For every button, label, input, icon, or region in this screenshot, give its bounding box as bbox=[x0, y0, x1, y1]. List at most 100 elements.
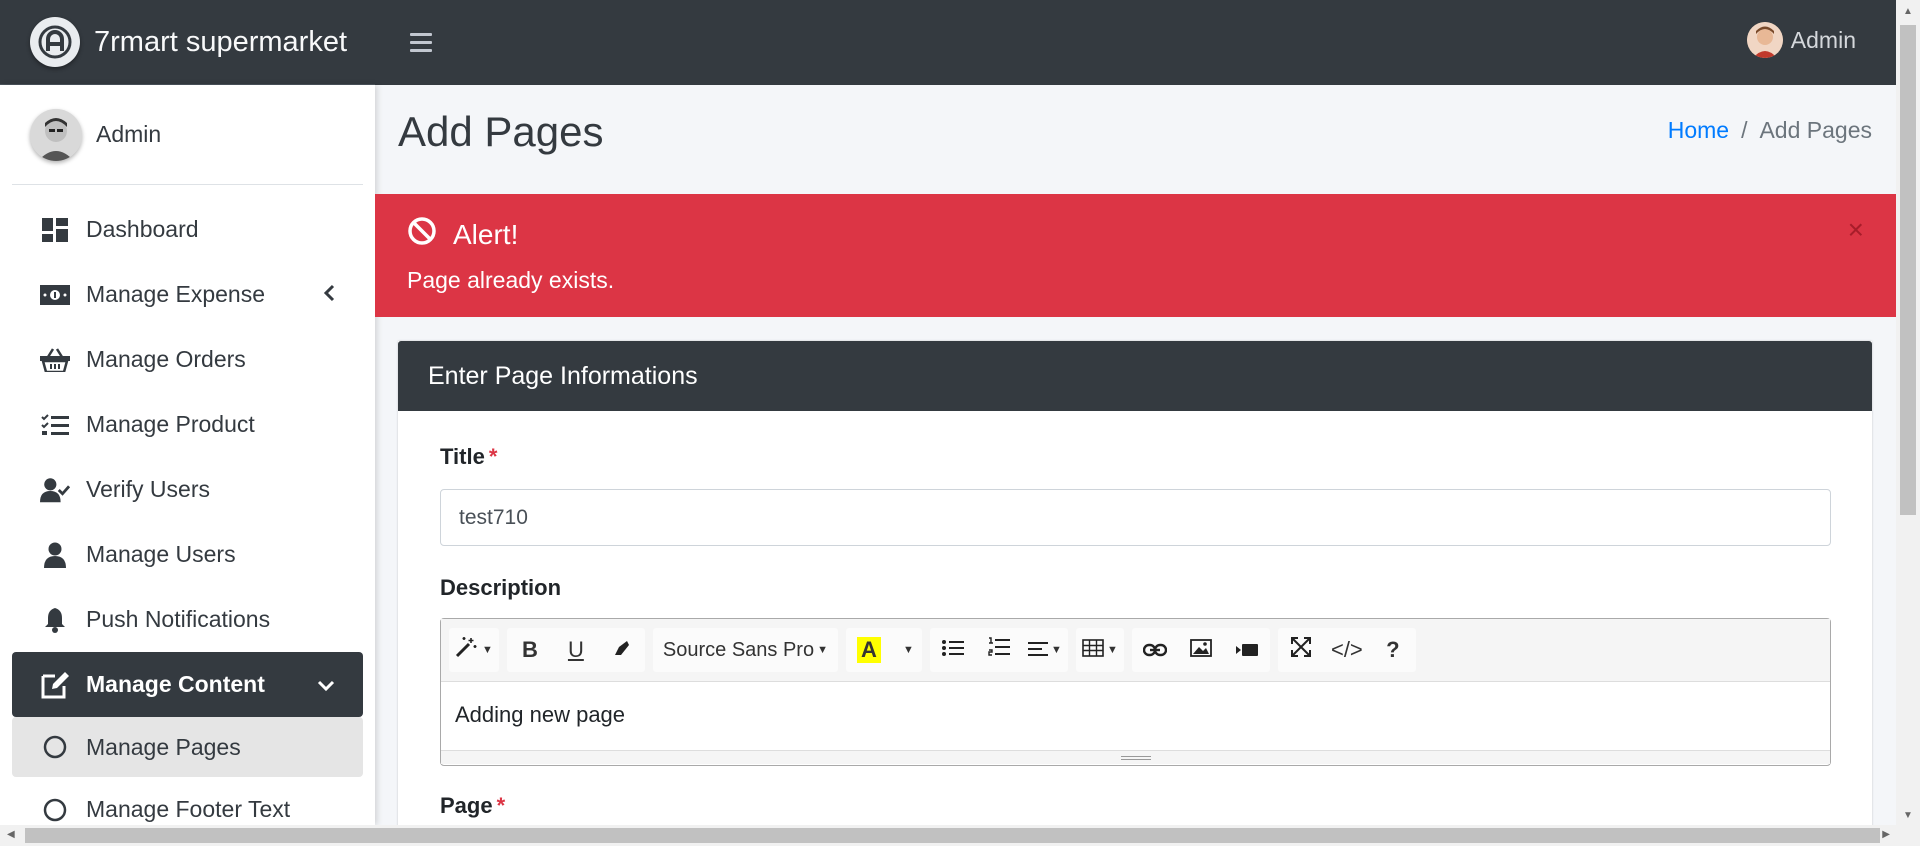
fullscreen-button[interactable] bbox=[1278, 628, 1324, 672]
expand-icon bbox=[1290, 637, 1311, 663]
link-button[interactable] bbox=[1132, 628, 1178, 672]
breadcrumb-separator: / bbox=[1741, 117, 1748, 143]
scroll-left-icon[interactable]: ◀ bbox=[7, 829, 15, 840]
code-view-button[interactable]: </> bbox=[1324, 628, 1370, 672]
highlight-color-button[interactable]: A bbox=[846, 628, 892, 672]
sidebar-nav: Dashboard Manage Expense Manage Orders M… bbox=[0, 197, 375, 825]
table-icon bbox=[1082, 637, 1104, 663]
basket-icon bbox=[40, 345, 70, 375]
sidebar-item-manage-pages[interactable]: Manage Pages bbox=[12, 717, 363, 777]
unordered-list-button[interactable] bbox=[930, 628, 976, 672]
font-family-select[interactable]: Source Sans Pro ▼ bbox=[653, 628, 838, 672]
clear-format-button[interactable] bbox=[599, 628, 645, 672]
user-check-icon bbox=[40, 475, 70, 505]
scroll-up-icon[interactable]: ▲ bbox=[1903, 6, 1913, 17]
align-left-icon bbox=[1028, 637, 1049, 663]
editor-content[interactable]: Adding new page bbox=[441, 682, 1830, 750]
scroll-right-icon[interactable]: ▶ bbox=[1882, 829, 1890, 840]
caret-down-icon: ▼ bbox=[482, 644, 493, 656]
title-label: Title * bbox=[440, 444, 498, 469]
vertical-scroll-thumb[interactable] bbox=[1900, 25, 1916, 515]
table-button[interactable]: ▼ bbox=[1076, 628, 1124, 672]
bold-button[interactable]: B bbox=[507, 628, 553, 672]
list-ol-icon bbox=[988, 637, 1010, 663]
avatar bbox=[1746, 22, 1783, 58]
sidebar-item-verify-users[interactable]: Verify Users bbox=[12, 457, 363, 522]
sidebar-item-manage-users[interactable]: Manage Users bbox=[12, 522, 363, 587]
bell-icon bbox=[40, 605, 70, 635]
sidebar-item-label: Dashboard bbox=[86, 216, 199, 242]
brand[interactable]: 7rmart supermarket bbox=[0, 0, 375, 85]
card-title: Enter Page Informations bbox=[398, 341, 1872, 411]
sidebar-item-manage-orders[interactable]: Manage Orders bbox=[12, 327, 363, 392]
ordered-list-button[interactable] bbox=[976, 628, 1022, 672]
sidebar-item-manage-content[interactable]: Manage Content bbox=[12, 652, 363, 717]
sidebar-item-label: Manage Pages bbox=[86, 733, 241, 760]
breadcrumb-current: Add Pages bbox=[1759, 117, 1872, 143]
paragraph-align-button[interactable]: ▼ bbox=[1022, 628, 1068, 672]
page-form-card: Enter Page Informations Title* Descripti… bbox=[398, 341, 1872, 846]
breadcrumb-home-link[interactable]: Home bbox=[1668, 117, 1729, 144]
sidebar-item-manage-expense[interactable]: Manage Expense bbox=[12, 262, 363, 327]
scroll-down-icon[interactable]: ▼ bbox=[1903, 810, 1913, 821]
video-button[interactable] bbox=[1224, 628, 1270, 672]
alert-title: Alert! bbox=[453, 218, 519, 250]
magic-style-button[interactable]: ▼ bbox=[449, 628, 499, 672]
horizontal-scroll-thumb[interactable] bbox=[25, 828, 1880, 843]
ban-icon bbox=[407, 216, 437, 253]
sidebar-item-dashboard[interactable]: Dashboard bbox=[12, 197, 363, 262]
brand-logo-icon bbox=[30, 17, 80, 67]
editor-toolbar: ▼ B U Source Sans Pro ▼ A ▼ ▼ ▼ </> ? bbox=[441, 619, 1830, 682]
horizontal-scrollbar[interactable]: ◀ ▶ bbox=[0, 825, 1920, 846]
highlight-letter: A bbox=[857, 637, 881, 663]
picture-button[interactable] bbox=[1178, 628, 1224, 672]
page-label: Page * bbox=[440, 793, 506, 818]
description-editor: ▼ B U Source Sans Pro ▼ A ▼ ▼ ▼ </> ? Ad… bbox=[440, 618, 1831, 766]
magic-wand-icon bbox=[455, 636, 479, 664]
underline-button[interactable]: U bbox=[553, 628, 599, 672]
sidebar-item-label: Verify Users bbox=[86, 476, 210, 502]
picture-icon bbox=[1189, 637, 1212, 663]
sidebar-item-label: Manage Content bbox=[86, 671, 265, 697]
vertical-scrollbar[interactable]: ▲ ▼ bbox=[1896, 0, 1920, 825]
chevron-down-icon bbox=[317, 671, 335, 699]
sidebar-item-manage-product[interactable]: Manage Product bbox=[12, 392, 363, 457]
chevron-left-icon bbox=[323, 281, 335, 309]
error-alert: Alert! Page already exists. × bbox=[375, 194, 1896, 317]
sidebar-item-label: Manage Users bbox=[86, 541, 236, 567]
link-icon bbox=[1142, 637, 1168, 663]
menu-toggle-icon[interactable] bbox=[410, 26, 438, 58]
list-ul-icon bbox=[941, 637, 964, 663]
font-family-value: Source Sans Pro bbox=[662, 638, 815, 661]
sidebar-user-panel[interactable]: Admin bbox=[12, 85, 363, 185]
sidebar-item-push-notifications[interactable]: Push Notifications bbox=[12, 587, 363, 652]
alert-message: Page already exists. bbox=[407, 267, 615, 293]
required-mark: * bbox=[488, 444, 498, 469]
top-navbar: Admin bbox=[375, 0, 1896, 85]
help-button[interactable]: ? bbox=[1370, 628, 1416, 672]
dashboard-icon bbox=[40, 215, 70, 245]
page-title: Add Pages bbox=[398, 108, 604, 155]
video-icon bbox=[1235, 637, 1258, 663]
list-check-icon bbox=[40, 410, 70, 440]
sidebar-item-label: Manage Product bbox=[86, 411, 255, 437]
sidebar-item-manage-footer-text[interactable]: Manage Footer Text bbox=[12, 777, 363, 825]
brand-name: 7rmart supermarket bbox=[94, 25, 348, 58]
color-dropdown-button[interactable]: ▼ bbox=[892, 628, 922, 672]
caret-down-icon: ▼ bbox=[903, 644, 914, 656]
breadcrumb: Home / Add Pages bbox=[1668, 117, 1872, 144]
circle-icon bbox=[40, 732, 70, 762]
editor-resize-handle[interactable] bbox=[441, 750, 1830, 764]
alert-close-button[interactable]: × bbox=[1848, 214, 1864, 246]
description-label: Description bbox=[440, 575, 562, 600]
caret-down-icon: ▼ bbox=[1051, 644, 1062, 656]
sidebar-item-label: Manage Orders bbox=[86, 346, 246, 372]
required-mark: * bbox=[496, 793, 506, 818]
caret-down-icon: ▼ bbox=[817, 644, 828, 656]
sidebar-item-label: Manage Footer Text bbox=[86, 796, 291, 822]
top-user-name: Admin bbox=[1790, 26, 1856, 53]
top-user-menu[interactable]: Admin bbox=[1746, 22, 1856, 58]
circle-icon bbox=[40, 795, 70, 825]
caret-down-icon: ▼ bbox=[1106, 644, 1118, 656]
title-input[interactable] bbox=[440, 489, 1831, 546]
